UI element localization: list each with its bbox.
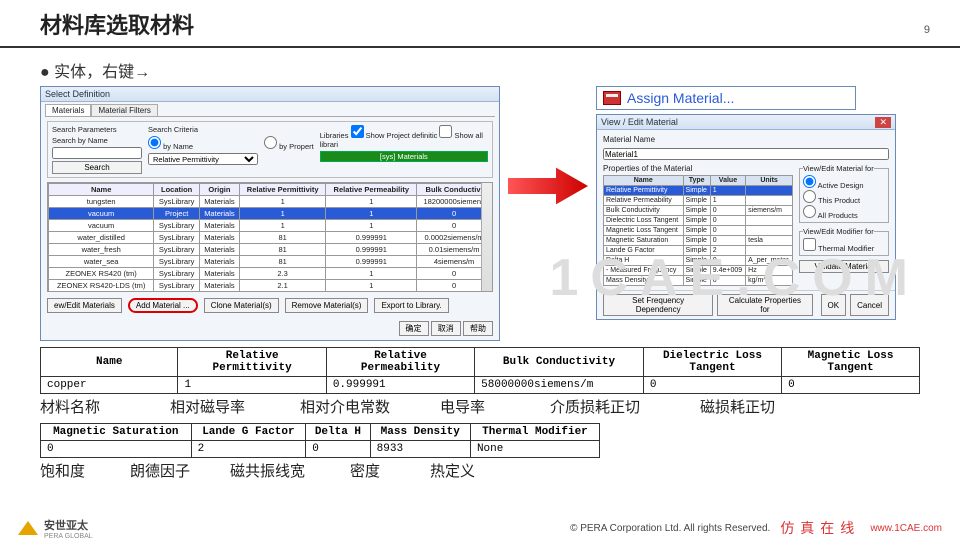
page-title: 材料库选取材料 (40, 8, 194, 40)
remove-material-button[interactable]: Remove Material(s) (285, 298, 369, 313)
all-products-radio[interactable]: All Products (803, 211, 858, 220)
arrow-icon (508, 166, 588, 206)
active-design-radio[interactable]: Active Design (803, 181, 864, 190)
select-def-tabs: Materials Material Filters (45, 104, 495, 117)
ve-ok-button[interactable]: OK (821, 294, 847, 316)
assign-material-label: Assign Material... (627, 90, 734, 106)
right-column: Assign Material... View / Edit Material✕… (596, 86, 896, 320)
this-product-radio[interactable]: This Product (803, 196, 860, 205)
view-edit-right-panel: View/Edit Material for Active Design Thi… (799, 164, 889, 286)
search-name-input[interactable] (52, 147, 142, 159)
view-material-for-box: View/Edit Material for Active Design Thi… (799, 164, 889, 223)
search-criteria-label: Search Criteria (148, 125, 258, 134)
footer-brand: 安世亚太 (44, 517, 93, 533)
close-icon[interactable]: ✕ (875, 117, 891, 128)
thermal-modifier-check[interactable]: Thermal Modifier (803, 244, 874, 253)
ve-cancel-button[interactable]: Cancel (850, 294, 889, 316)
select-def-body: Search Parameters Search by Name Search … (41, 117, 499, 317)
show-project-check[interactable] (351, 125, 364, 138)
material-name-row: Material Name (603, 135, 889, 144)
props-label: Properties of the Material (603, 164, 793, 173)
footer-logo: 安世亚太 PERA GLOBAL (18, 517, 93, 540)
search-by-name-label: Search by Name (52, 136, 142, 145)
page-number: 9 (924, 24, 930, 36)
material-name-label: Material Name (603, 135, 655, 144)
view-edit-materials-button[interactable]: ew/Edit Materials (47, 298, 122, 313)
footer-watermark: 仿真在线 (780, 518, 860, 538)
footer-url: www.1CAE.com (870, 523, 942, 534)
show-all-check[interactable] (439, 125, 452, 138)
summary-table-2: Magnetic SaturationLande G FactorDelta H… (40, 423, 600, 458)
view-modifier-for-box: View/Edit Modifier for Thermal Modifier (799, 227, 889, 256)
slide-header: 材料库选取材料 9 (0, 0, 960, 48)
view-edit-bottom-row: Set Frequency Dependency Calculate Prope… (597, 290, 895, 319)
clone-material-button[interactable]: Clone Material(s) (204, 298, 279, 313)
validate-material-button[interactable]: Validate Material (799, 260, 889, 273)
view-edit-material-dialog: View / Edit Material✕ Material Name Prop… (596, 114, 896, 320)
summary-table-1: NameRelative PermittivityRelative Permea… (40, 347, 920, 394)
by-name-radio[interactable]: by Name (148, 136, 258, 151)
assign-material-icon (603, 91, 621, 105)
select-definition-dialog: Select Definition Materials Material Fil… (40, 86, 500, 341)
libraries-label: Libraries (320, 131, 349, 140)
material-name-input[interactable] (603, 148, 889, 160)
material-grid-wrap: NameLocationOriginRelative PermittivityR… (47, 182, 493, 292)
property-table[interactable]: NameTypeValueUnits Relative Permittivity… (603, 175, 793, 286)
bullet-text: ● 实体，右键→ (40, 58, 930, 82)
tab-materials[interactable]: Materials (45, 104, 91, 116)
calc-props-button[interactable]: Calculate Properties for (717, 294, 812, 316)
select-def-okrow: 确定 取消 帮助 (41, 317, 499, 340)
slide-content: ● 实体，右键→ 1CAE.COM Select Definition Mate… (0, 48, 960, 481)
help-button[interactable]: 帮助 (463, 321, 493, 336)
slide-footer: 安世亚太 PERA GLOBAL © PERA Corporation Ltd.… (0, 516, 960, 540)
cn-labels-2: 饱和度朗德因子磁共振线宽密度热定义 (40, 460, 930, 481)
by-property-radio[interactable]: by Propert (264, 136, 314, 151)
view-edit-title: View / Edit Material✕ (597, 115, 895, 130)
search-row: Search Parameters Search by Name Search … (47, 121, 493, 178)
ok-button[interactable]: 确定 (399, 321, 429, 336)
add-material-button[interactable]: Add Material ... (128, 298, 198, 313)
view-edit-body: Properties of the Material NameTypeValue… (597, 160, 895, 290)
sys-materials-button[interactable]: [sys] Materials (320, 151, 488, 162)
material-grid[interactable]: NameLocationOriginRelative PermittivityR… (48, 183, 492, 292)
select-def-button-row: ew/Edit Materials Add Material ... Clone… (47, 298, 493, 313)
cn-labels-1: 材料名称相对磁导率相对介电常数电导率介质损耗正切磁损耗正切 (40, 396, 930, 417)
assign-material-menu-item[interactable]: Assign Material... (596, 86, 856, 110)
cancel-button[interactable]: 取消 (431, 321, 461, 336)
logo-triangle-icon (18, 521, 38, 535)
set-freq-dep-button[interactable]: Set Frequency Dependency (603, 294, 713, 316)
select-def-title: Select Definition (41, 87, 499, 102)
search-params-label: Search Parameters (52, 125, 142, 134)
export-to-library-button[interactable]: Export to Library. (374, 298, 448, 313)
footer-sub: PERA GLOBAL (44, 533, 93, 540)
panel-row: Select Definition Materials Material Fil… (40, 86, 930, 341)
tab-material-filters[interactable]: Material Filters (91, 104, 157, 116)
rel-perm-select[interactable]: Relative Permittivity (148, 153, 258, 165)
search-button[interactable]: Search (52, 161, 142, 174)
footer-copyright: © PERA Corporation Ltd. All rights Reser… (570, 523, 770, 534)
